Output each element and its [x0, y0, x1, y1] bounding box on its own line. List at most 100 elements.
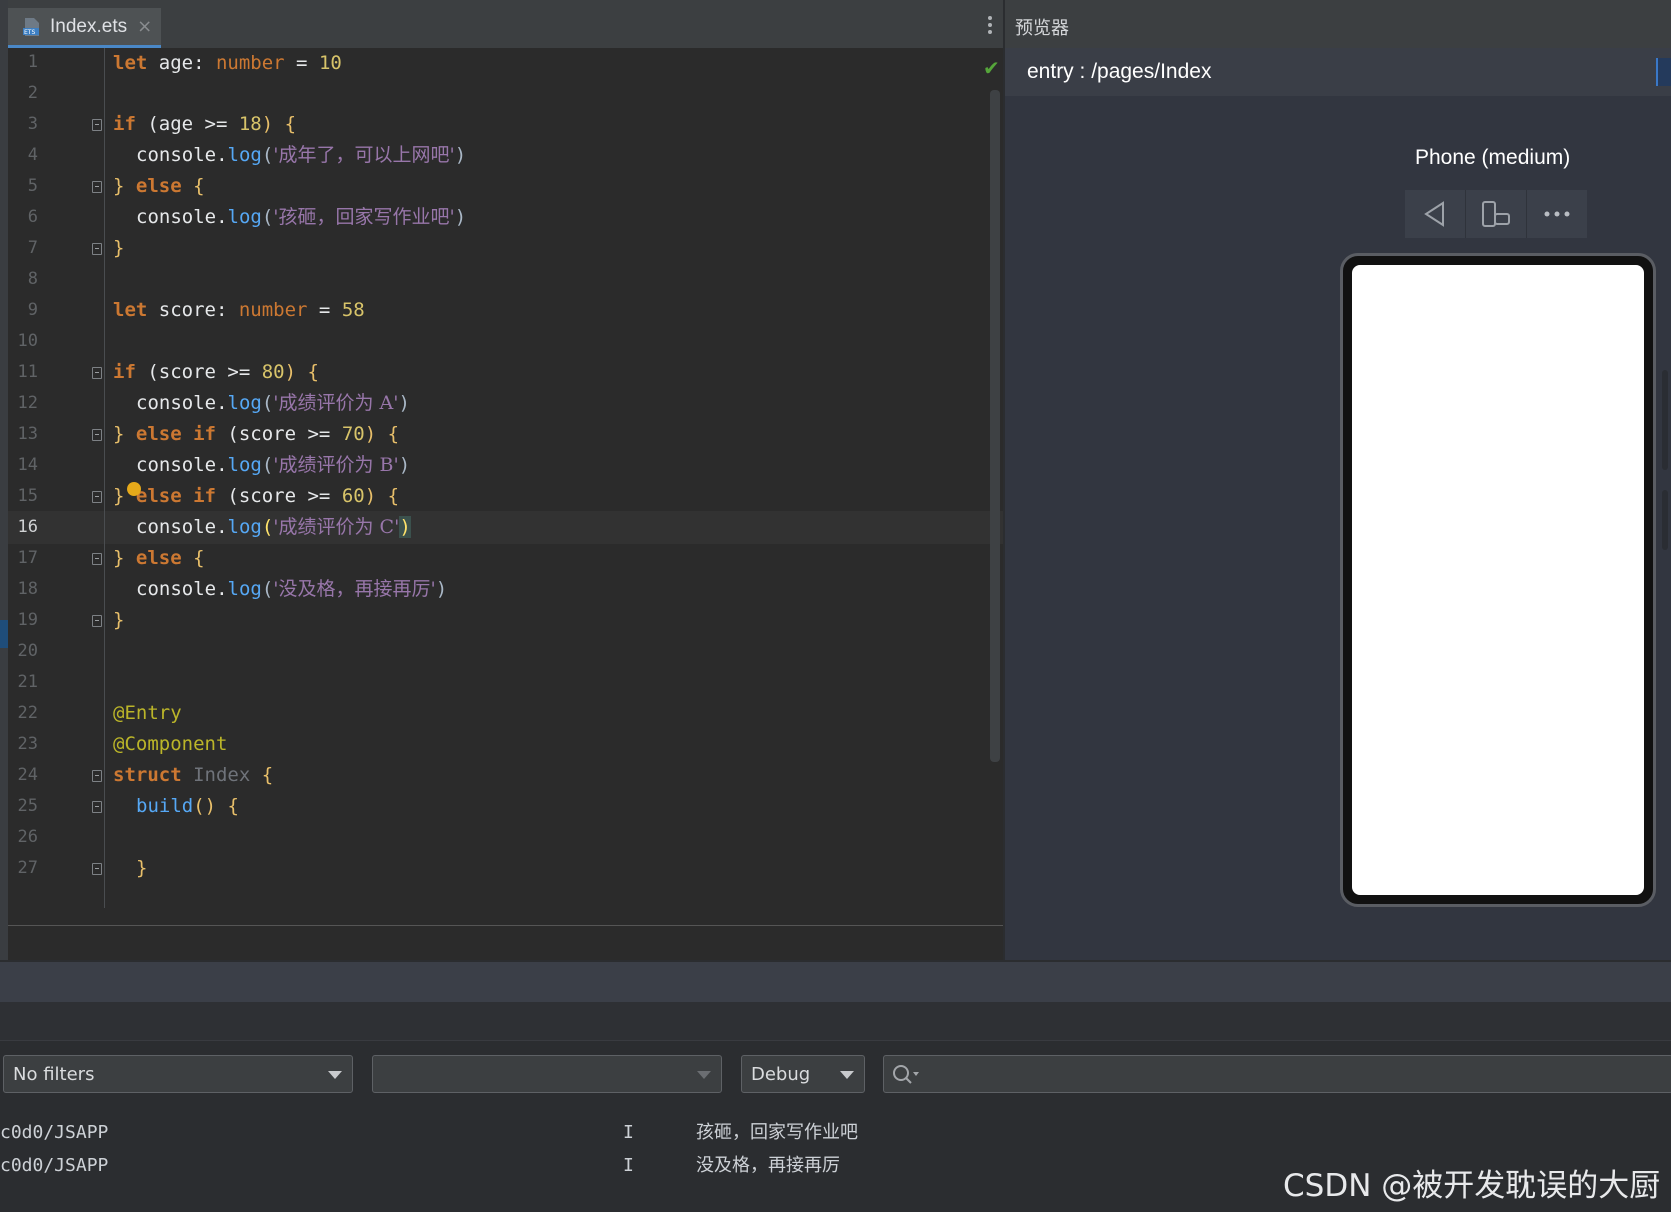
more-options-icon[interactable] [983, 14, 997, 38]
tab-label: Index.ets [50, 15, 128, 37]
phone-screen[interactable] [1352, 265, 1644, 895]
device-name: Phone (medium) [1415, 146, 1571, 169]
watermark: CSDN @被开发耽误的大厨 [1283, 1168, 1661, 1204]
code-editor-pane: ETS Index.ets × 1 2 3 4 5 6 7 8 9 10 11 12 13 14 15 16 1… [0, 0, 1003, 960]
ets-file-icon: ETS [22, 17, 42, 37]
fold-marker-icon[interactable] [92, 863, 102, 875]
line-number: 15 [17, 486, 38, 506]
code-line-11[interactable]: if (score >= 80) { [113, 356, 319, 389]
more-device-options-button[interactable] [1527, 190, 1587, 238]
chevron-down-icon [328, 1071, 342, 1079]
line-number: 24 [17, 765, 38, 785]
line-number: 13 [17, 424, 38, 444]
code-line-19[interactable]: } [113, 604, 124, 637]
code-line-7[interactable]: } [113, 232, 124, 265]
log-level-select[interactable]: Debug [741, 1055, 865, 1093]
back-button[interactable] [1405, 190, 1466, 238]
log-row[interactable]: c0d0/JSAPP I 孩砸，回家写作业吧 [0, 1117, 1671, 1149]
more-dots-icon [1544, 211, 1570, 217]
device-toolbar [1405, 190, 1587, 238]
fold-marker-icon[interactable] [92, 491, 102, 503]
code-line-9[interactable]: let score: number = 58 [113, 294, 365, 327]
line-number: 3 [27, 114, 38, 134]
code-line-23[interactable]: @Component [113, 728, 227, 761]
code-line-27[interactable]: } [136, 852, 147, 885]
line-number: 6 [27, 207, 38, 227]
code-line-1[interactable]: let age: number = 10 [113, 48, 342, 80]
code-line-4[interactable]: console.log('成年了，可以上网吧') [136, 139, 466, 172]
editor-bottom-border [8, 925, 1003, 926]
code-line-6[interactable]: console.log('孩砸，回家写作业吧') [136, 201, 466, 234]
line-number: 25 [17, 796, 38, 816]
line-number: 14 [17, 455, 38, 475]
line-number: 23 [17, 734, 38, 754]
filter-select[interactable]: No filters [3, 1055, 353, 1093]
line-number: 19 [17, 610, 38, 630]
chevron-down-icon [697, 1071, 711, 1079]
code-line-12[interactable]: console.log('成绩评价为 A') [136, 387, 410, 420]
line-number: 27 [17, 858, 38, 878]
line-number: 10 [17, 331, 38, 351]
code-line-25[interactable]: build() { [136, 790, 239, 823]
code-line-15[interactable]: } else if (score >= 60) { [113, 480, 399, 513]
phone-side-button [1662, 370, 1668, 470]
panel-divider[interactable] [0, 962, 1671, 1002]
previewer-title: 预览器 [1015, 18, 1069, 39]
previewer-pane: 预览器 entry : /pages/Index Phone (medium) [1005, 0, 1671, 960]
previewer-header: 预览器 [1005, 0, 1671, 48]
line-number: 22 [17, 703, 38, 723]
line-number: 16 [17, 517, 38, 537]
fold-marker-icon[interactable] [92, 181, 102, 193]
svg-text:ETS: ETS [24, 29, 35, 36]
indent-guide [104, 48, 105, 908]
log-filter-bar: No filters Debug [0, 1041, 1671, 1107]
fold-marker-icon[interactable] [92, 367, 102, 379]
code-line-14[interactable]: console.log('成绩评价为 B') [136, 449, 410, 482]
code-line-24[interactable]: struct Index { [113, 759, 273, 792]
chevron-down-icon [840, 1071, 854, 1079]
tab-close-icon[interactable]: × [137, 16, 152, 37]
line-number: 11 [17, 362, 38, 382]
line-number: 21 [17, 672, 38, 692]
strip-marker [0, 620, 8, 648]
phone-side-button-2 [1662, 490, 1668, 550]
line-number: 20 [17, 641, 38, 661]
fold-marker-icon[interactable] [92, 553, 102, 565]
code-line-13[interactable]: } else if (score >= 70) { [113, 418, 399, 451]
line-number: 8 [27, 269, 38, 289]
line-number: 9 [27, 300, 38, 320]
rotate-device-icon [1482, 201, 1510, 227]
code-line-22[interactable]: @Entry [113, 697, 182, 730]
previewer-side-button[interactable] [1656, 58, 1671, 86]
no-problems-check-icon[interactable]: ✔ [983, 56, 1000, 80]
code-line-3[interactable]: if (age >= 18) { [113, 108, 296, 141]
fold-marker-icon[interactable] [92, 243, 102, 255]
rotate-device-button[interactable] [1466, 190, 1527, 238]
phone-frame [1340, 253, 1656, 907]
line-number: 1 [27, 52, 38, 72]
fold-marker-icon[interactable] [92, 119, 102, 131]
line-number: 12 [17, 393, 38, 413]
vertical-scrollbar[interactable] [990, 90, 1000, 762]
tool-window-strip [0, 0, 8, 960]
line-number: 5 [27, 176, 38, 196]
search-icon [893, 1065, 919, 1084]
log-panel-header [0, 1002, 1671, 1041]
code-line-5[interactable]: } else { [113, 170, 205, 203]
line-number-gutter: 1 2 3 4 5 6 7 8 9 10 11 12 13 14 15 16 17 18 19 20 21 22 23 24 2… [8, 48, 64, 925]
code-area[interactable]: 1 2 3 4 5 6 7 8 9 10 11 12 13 14 15 16 17 18 19 20 21 22 23 24 2… [8, 48, 1003, 925]
process-select[interactable] [372, 1055, 722, 1093]
fold-marker-icon[interactable] [92, 429, 102, 441]
tab-index-ets[interactable]: ETS Index.ets × [8, 8, 161, 48]
back-triangle-icon [1424, 201, 1444, 227]
log-search-input[interactable] [883, 1055, 1671, 1093]
intention-bulb-icon[interactable] [127, 482, 141, 496]
fold-marker-icon[interactable] [92, 770, 102, 782]
line-number: 17 [17, 548, 38, 568]
code-line-17[interactable]: } else { [113, 542, 205, 575]
fold-marker-icon[interactable] [92, 801, 102, 813]
fold-marker-icon[interactable] [92, 615, 102, 627]
code-line-18[interactable]: console.log('没及格，再接再厉') [136, 573, 447, 606]
line-number: 26 [17, 827, 38, 847]
code-line-16[interactable]: console.log('成绩评价为 C') [136, 511, 411, 544]
